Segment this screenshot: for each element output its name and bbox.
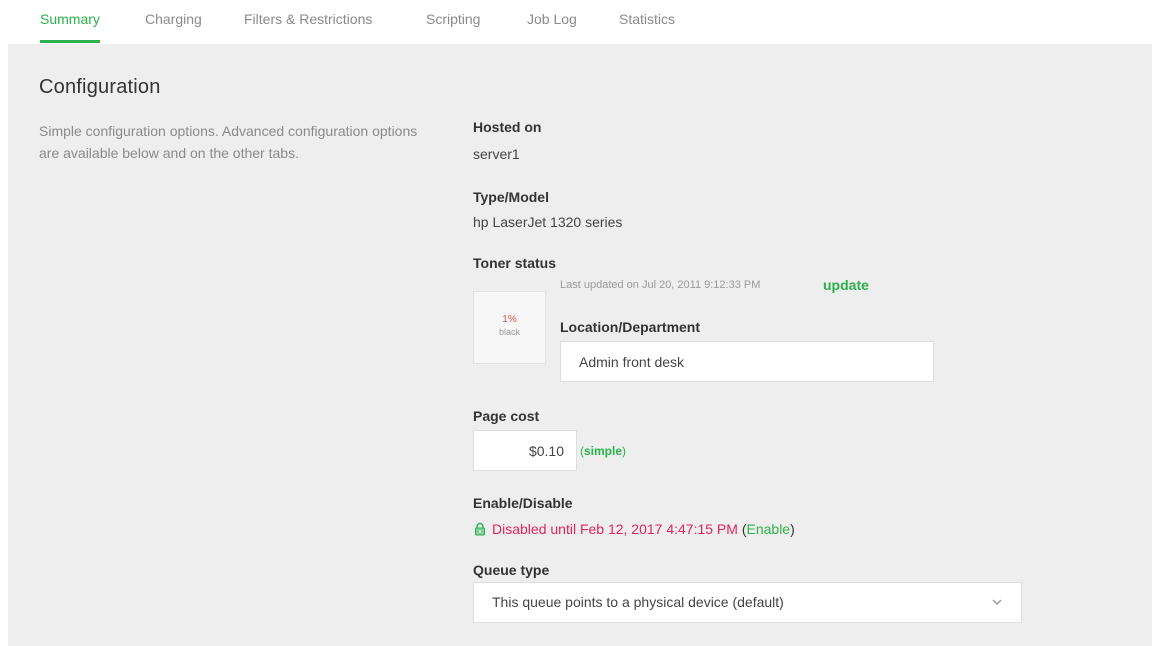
configuration-panel: Configuration Simple configuration optio… [8, 44, 1152, 646]
tab-charging[interactable]: Charging [145, 0, 202, 44]
location-label: Location/Department [560, 319, 701, 335]
enable-disable-status: Disabled until Feb 12, 2017 4:47:15 PM (… [473, 521, 795, 537]
toner-update-link[interactable]: update [823, 277, 869, 293]
toner-last-updated: Last updated on Jul 20, 2011 9:12:33 PM [560, 279, 761, 291]
tab-statistics[interactable]: Statistics [619, 0, 675, 44]
tab-summary[interactable]: Summary [40, 0, 100, 44]
enable-close-paren: ) [790, 521, 795, 537]
section-title: Configuration [39, 76, 161, 98]
type-model-value: hp LaserJet 1320 series [473, 214, 623, 230]
queue-type-label: Queue type [473, 562, 550, 578]
tab-job-log[interactable]: Job Log [527, 0, 577, 44]
enable-open-paren: ( [737, 521, 747, 537]
page-cost-mode: (simple) [580, 444, 626, 458]
location-input[interactable] [560, 341, 934, 382]
tab-scripting[interactable]: Scripting [426, 0, 480, 44]
page-cost-label: Page cost [473, 408, 540, 424]
toner-level-box: 1% black [473, 291, 546, 364]
disabled-until-text: Disabled until Feb 12, 2017 4:47:15 PM [492, 521, 738, 537]
toner-percent: 1% [502, 314, 517, 325]
enable-disable-label: Enable/Disable [473, 495, 573, 511]
section-description: Simple configuration options. Advanced c… [39, 123, 418, 161]
tab-bar: Summary Charging Filters & Restrictions … [0, 0, 1152, 44]
type-model-label: Type/Model [473, 189, 549, 205]
queue-type-selected: This queue points to a physical device (… [492, 594, 784, 610]
page-cost-input[interactable] [473, 430, 577, 471]
enable-link[interactable]: Enable [747, 521, 791, 537]
lock-icon [475, 522, 485, 536]
tab-filters-restrictions[interactable]: Filters & Restrictions [244, 0, 372, 44]
page-cost-mode-close: ) [622, 444, 627, 458]
chevron-down-icon [992, 599, 1002, 606]
hosted-on-label: Hosted on [473, 119, 542, 135]
hosted-on-value: server1 [473, 146, 520, 162]
page-cost-simple-link[interactable]: simple [584, 444, 622, 458]
queue-type-select[interactable]: This queue points to a physical device (… [473, 582, 1022, 623]
toner-status-label: Toner status [473, 255, 556, 271]
toner-color-name: black [498, 327, 520, 337]
